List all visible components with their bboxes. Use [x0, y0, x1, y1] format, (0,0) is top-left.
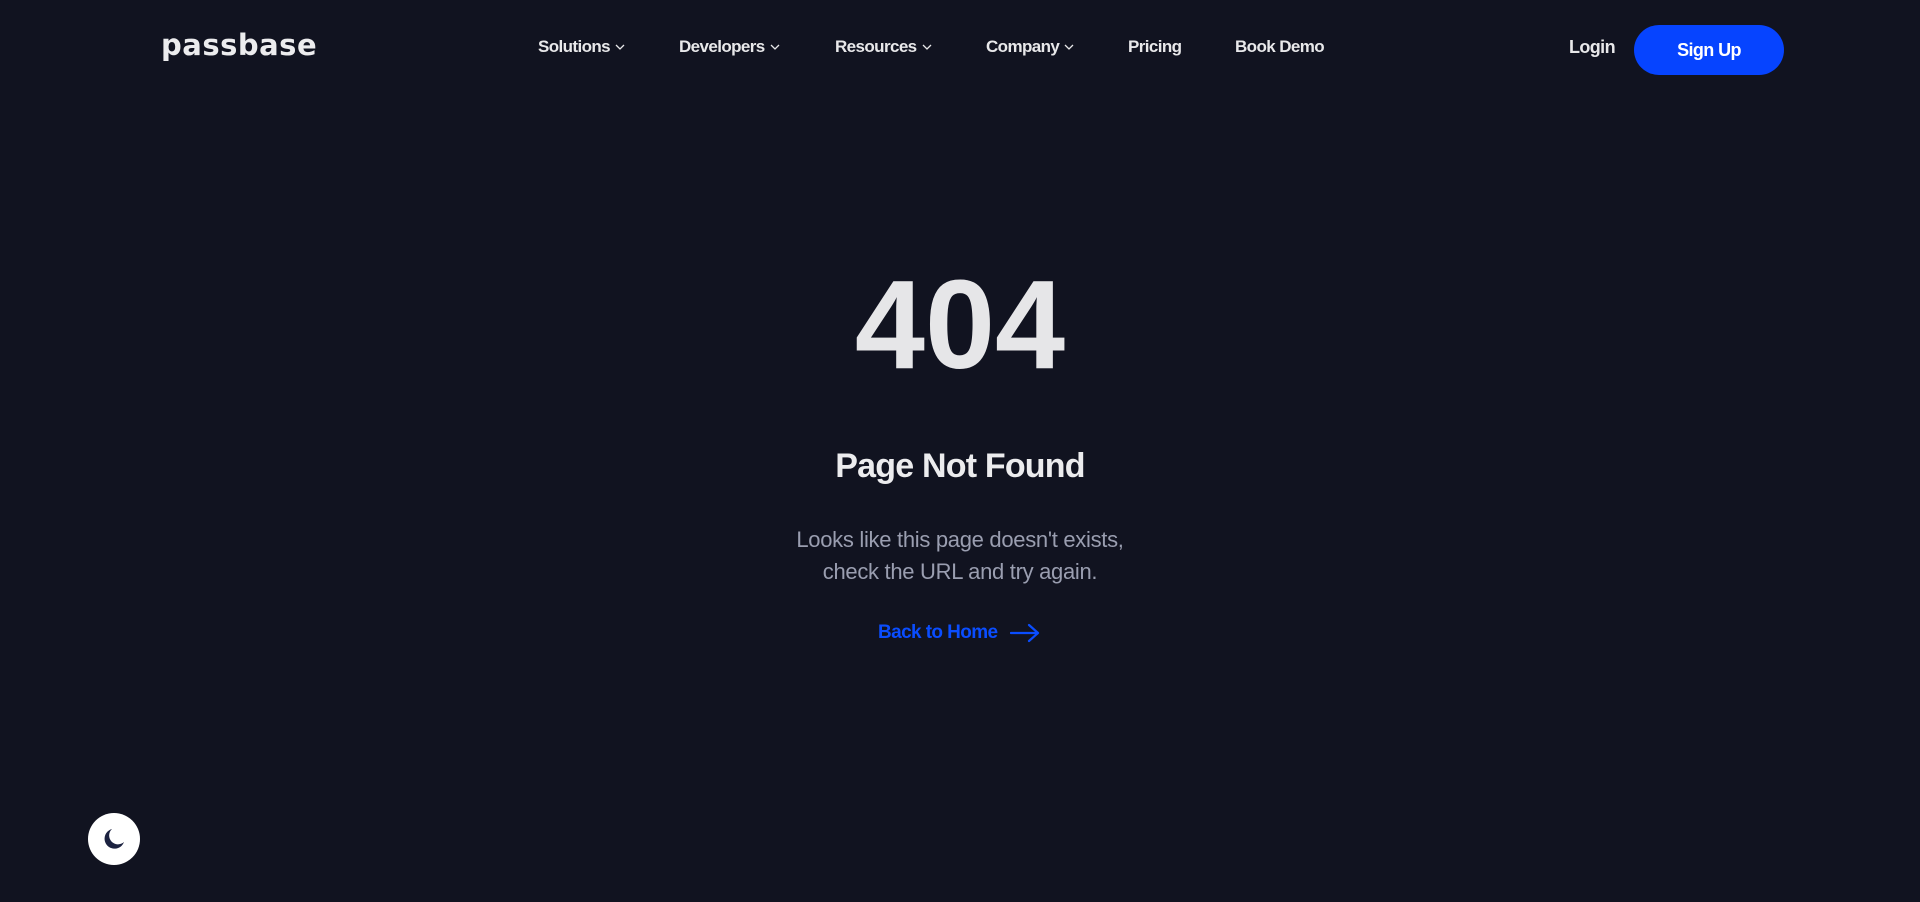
- nav-label: Solutions: [538, 37, 611, 56]
- nav-company[interactable]: Company: [986, 37, 1074, 57]
- nav-label: Book Demo: [1235, 37, 1325, 56]
- arrow-right-icon: [1009, 623, 1039, 643]
- nav-book-demo[interactable]: Book Demo: [1235, 37, 1325, 57]
- nav-solutions[interactable]: Solutions: [538, 37, 625, 57]
- chevron-down-icon: [615, 44, 625, 50]
- nav-resources[interactable]: Resources: [835, 37, 932, 57]
- error-code: 404: [854, 254, 1066, 395]
- description-line: check the URL and try again.: [822, 559, 1098, 584]
- nav-label: Company: [986, 37, 1060, 56]
- nav-label: Resources: [835, 37, 917, 56]
- page-title: Page Not Found: [835, 447, 1085, 485]
- nav-label: Pricing: [1128, 37, 1182, 56]
- theme-toggle-button[interactable]: [88, 813, 140, 865]
- signup-button[interactable]: Sign Up: [1634, 25, 1784, 75]
- chevron-down-icon: [770, 44, 780, 50]
- back-to-home-link[interactable]: Back to Home: [878, 622, 1040, 644]
- error-description: Looks like this page doesn't exists, che…: [0, 524, 1920, 588]
- nav-developers[interactable]: Developers: [679, 37, 780, 57]
- back-to-home-label: Back to Home: [878, 622, 998, 643]
- chevron-down-icon: [1064, 44, 1074, 50]
- chevron-down-icon: [922, 44, 932, 50]
- site-header: passbase Solutions Developers Resources …: [0, 0, 1920, 100]
- nav-label: Developers: [679, 37, 765, 56]
- login-link[interactable]: Login: [1569, 37, 1616, 58]
- nav-pricing[interactable]: Pricing: [1128, 37, 1182, 57]
- passbase-logo[interactable]: passbase: [161, 28, 317, 62]
- moon-icon: [104, 829, 124, 849]
- description-line: Looks like this page doesn't exists,: [796, 527, 1124, 552]
